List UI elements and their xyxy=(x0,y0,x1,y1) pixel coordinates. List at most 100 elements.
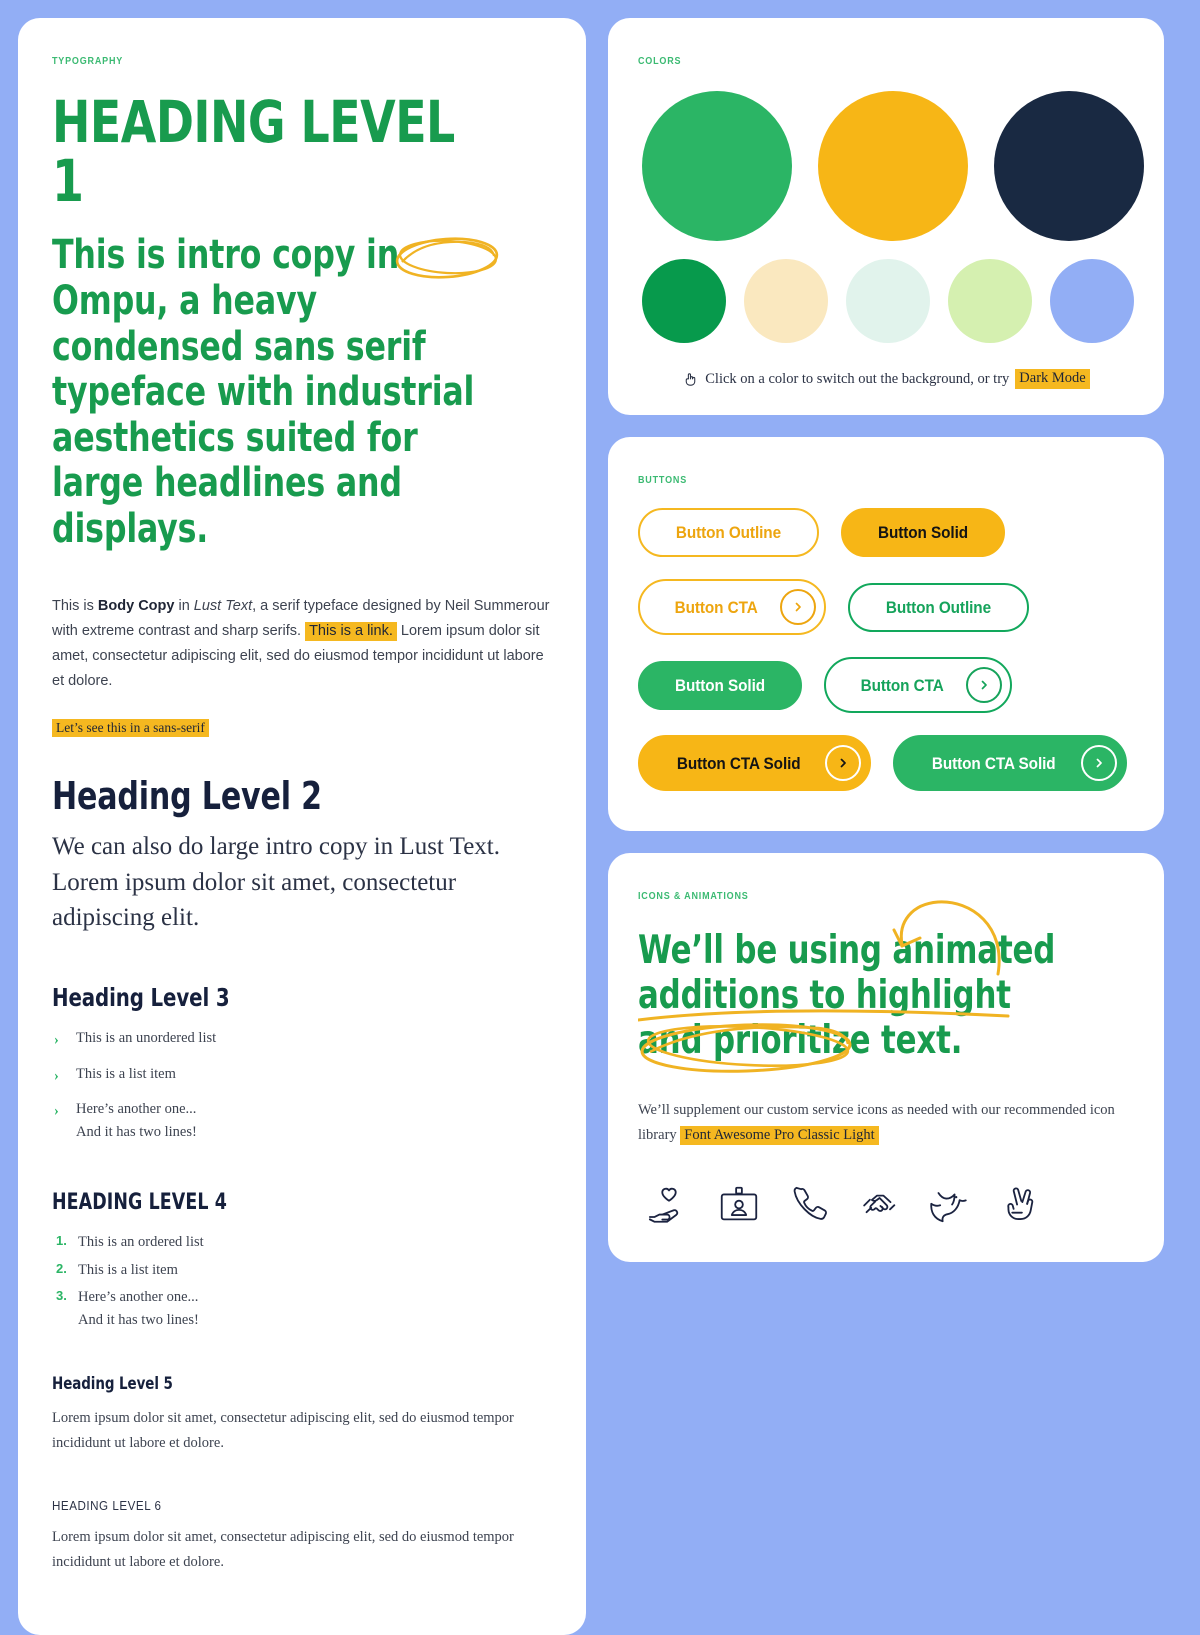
color-swatch-green[interactable] xyxy=(642,91,792,241)
list-marker: 1. xyxy=(56,1233,67,1249)
color-swatch-dark-green[interactable] xyxy=(642,259,726,343)
color-swatch-yellow[interactable] xyxy=(818,91,968,241)
list-item-second-line: And it has two lines! xyxy=(76,1123,197,1140)
chevron-right-icon: › xyxy=(54,1103,59,1120)
button-row-4: Button CTA Solid Button CTA Solid xyxy=(638,735,1134,791)
button-cta-solid-yellow[interactable]: Button CTA Solid xyxy=(638,735,872,791)
hand-peace-icon[interactable] xyxy=(996,1182,1042,1228)
list-item: 3. Here’s another one... And it has two li… xyxy=(52,1286,552,1331)
chevron-right-icon xyxy=(825,745,862,781)
sans-serif-note-wrap: Let’s see this in a sans-serif xyxy=(52,719,209,738)
body-copy-link[interactable]: This is a link. xyxy=(305,622,397,642)
button-label: Button CTA Solid xyxy=(932,753,1057,773)
colors-card: COLORS Click on a color to switch out th… xyxy=(608,18,1164,415)
button-row-1: Button Outline Button Solid xyxy=(638,508,1134,557)
color-swatch-periwinkle[interactable] xyxy=(1050,259,1134,343)
list-marker: 3. xyxy=(56,1288,67,1304)
color-swatch-cream[interactable] xyxy=(744,259,828,343)
button-outline-yellow[interactable]: Button Outline xyxy=(638,508,819,557)
button-cta-green[interactable]: Button CTA xyxy=(824,657,1013,713)
button-row-3: Button Solid Button CTA xyxy=(638,657,1134,713)
icons-description: We’ll supplement our custom service icon… xyxy=(638,1098,1134,1148)
heading-level-5: Heading Level 5 xyxy=(52,1374,173,1395)
list-item-second-line: And it has two lines! xyxy=(78,1311,199,1328)
animation-headline: We’ll be using animated additions to hig… xyxy=(638,928,1056,1064)
button-label: Button Outline xyxy=(675,523,782,542)
handshake-icon[interactable] xyxy=(856,1182,902,1228)
list-item-text: This is an ordered list xyxy=(78,1234,204,1251)
body-copy-italic: Lust Text xyxy=(193,598,253,615)
list-item-text: This is an unordered list xyxy=(76,1030,217,1047)
unordered-list: › This is an unordered list › This is a li… xyxy=(52,1027,552,1143)
color-swatch-mint[interactable] xyxy=(846,259,930,343)
intro-copy: This is intro copy in Ompu, a heavy cond… xyxy=(52,233,492,552)
intro-before: This is intro copy in xyxy=(52,232,400,279)
heading-5-paragraph: Lorem ipsum dolor sit amet, consectetur … xyxy=(52,1409,514,1451)
heading-level-3: Heading Level 3 xyxy=(52,982,230,1012)
list-item: › This is an unordered list xyxy=(52,1027,552,1049)
hand-holding-heart-icon[interactable] xyxy=(646,1182,692,1228)
color-swatch-lime[interactable] xyxy=(948,259,1032,343)
button-cta-solid-green[interactable]: Button CTA Solid xyxy=(893,735,1127,791)
ordered-list: 1. This is an ordered list 2. This is a li… xyxy=(52,1231,552,1331)
button-label: Button CTA xyxy=(674,597,758,617)
chevron-right-icon xyxy=(1080,745,1117,781)
colors-note: Click on a color to switch out the backg… xyxy=(638,369,1134,389)
left-column: TYPOGRAPHY Heading Level 1 This is intro… xyxy=(18,18,586,1635)
color-swatch-navy[interactable] xyxy=(994,91,1144,241)
heading-6-paragraph: Lorem ipsum dolor sit amet, consectetur … xyxy=(52,1529,514,1571)
colors-eyebrow: COLORS xyxy=(638,56,682,67)
secondary-swatch-row xyxy=(638,259,1134,343)
list-item-text: This is a list item xyxy=(78,1261,178,1278)
list-item-text: Here’s another one... xyxy=(76,1101,197,1118)
typography-card: TYPOGRAPHY Heading Level 1 This is intro… xyxy=(18,18,586,1635)
id-card-icon[interactable] xyxy=(716,1182,762,1228)
right-column: COLORS Click on a color to switch out th… xyxy=(608,18,1164,1262)
dark-mode-link[interactable]: Dark Mode xyxy=(1015,369,1090,389)
button-label: Button CTA xyxy=(860,675,944,695)
list-item: › This is a list item xyxy=(52,1063,552,1085)
hand-pointer-icon xyxy=(685,372,696,386)
button-outline-green[interactable]: Button Outline xyxy=(848,582,1030,632)
phone-icon[interactable] xyxy=(786,1182,832,1228)
button-label: Button Solid xyxy=(675,675,766,695)
button-row-2: Button CTA Button Outline xyxy=(638,579,1134,635)
heading-level-1: Heading Level 1 xyxy=(52,88,455,216)
button-cta-yellow[interactable]: Button CTA xyxy=(638,579,827,635)
chevron-right-icon: › xyxy=(54,1067,59,1084)
body-copy-paragraph: This is Body Copy in Lust Text, a serif … xyxy=(52,594,552,694)
heading-level-2: Heading Level 2 xyxy=(52,774,322,819)
body-copy-part-2: in xyxy=(174,598,194,615)
list-marker: 2. xyxy=(56,1260,67,1276)
list-item: 1. This is an ordered list xyxy=(52,1231,552,1253)
animation-headline-block: We’ll be using animated additions to hig… xyxy=(638,900,1134,1073)
body-copy-part-1: This is xyxy=(52,598,98,615)
large-intro-copy: We can also do large intro copy in Lust … xyxy=(52,833,500,932)
style-guide-page: TYPOGRAPHY Heading Level 1 This is intro… xyxy=(0,0,1200,1635)
intro-circled-word: Ompu xyxy=(52,277,157,324)
button-solid-yellow[interactable]: Button Solid xyxy=(840,508,1005,557)
chevron-right-icon xyxy=(780,589,817,625)
icons-eyebrow: ICONS & ANIMATIONS xyxy=(638,891,749,902)
chevron-right-icon xyxy=(966,667,1003,703)
button-solid-green[interactable]: Button Solid xyxy=(638,660,803,710)
list-item-text: This is a list item xyxy=(76,1065,176,1082)
sans-serif-note: Let’s see this in a sans-serif xyxy=(52,719,209,738)
button-label: Button CTA Solid xyxy=(676,753,801,773)
service-icon-row xyxy=(638,1182,1134,1228)
heading-level-6: HEADING LEVEL 6 xyxy=(52,1498,162,1513)
dove-icon[interactable] xyxy=(926,1182,972,1228)
list-item: › Here’s another one... And it has two lin… xyxy=(52,1098,552,1143)
list-item: 2. This is a list item xyxy=(52,1259,552,1281)
list-item-text: Here’s another one... xyxy=(78,1289,199,1306)
intro-copy-block: This is intro copy in Ompu, a heavy cond… xyxy=(52,233,552,552)
buttons-card: BUTTONS Button Outline Button Solid Butt… xyxy=(608,437,1164,831)
button-label: Button Outline xyxy=(886,597,992,617)
buttons-eyebrow: BUTTONS xyxy=(638,475,688,486)
body-copy-bold: Body Copy xyxy=(97,598,175,615)
heading-level-4: HEADING LEVEL 4 xyxy=(52,1189,227,1215)
chevron-right-icon: › xyxy=(54,1032,59,1049)
typography-eyebrow: TYPOGRAPHY xyxy=(52,56,124,67)
button-label: Button Solid xyxy=(877,523,968,542)
icon-library-highlight: Font Awesome Pro Classic Light xyxy=(680,1125,879,1145)
